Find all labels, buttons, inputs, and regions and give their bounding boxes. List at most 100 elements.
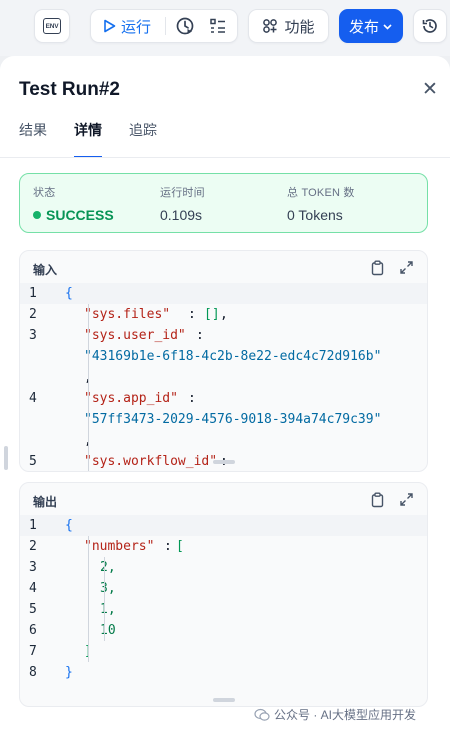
line-number: 1 [29,286,37,301]
status-text: SUCCESS [46,207,114,223]
code-token: "sys.workflow_id" [84,454,218,469]
code-line: 1 { [20,515,427,536]
code-token: "sys.app_id" [84,391,178,406]
token-count-value: 0 Tokens [287,207,343,223]
test-run-panel: Test Run#2 ✕ 结果 详情 追踪 状态 SUCCESS 运行时间 0.… [0,56,450,733]
code-line: , [20,367,427,388]
history-play-icon[interactable] [175,16,195,36]
divider [165,17,166,35]
input-code-box: 输入 1 { 2 "sys.files" : [] , 3 "sys.user_… [19,250,428,472]
chevron-down-icon [383,23,392,30]
line-number: 2 [29,539,37,554]
tab-details[interactable]: 详情 [74,120,102,158]
code-token: : [188,391,196,406]
code-token: 10 [100,623,116,638]
line-number: 1 [29,518,37,533]
code-token: 3, [100,581,116,596]
code-token: "57ff3473-2029-4576-9018-394a74c79c39" [84,412,382,427]
line-number: 2 [29,307,37,322]
expand-icon[interactable] [399,260,414,275]
status-card: 状态 SUCCESS 运行时间 0.109s 总 TOKEN 数 0 Token… [19,173,428,233]
run-button-group: 运行 [90,9,238,43]
run-time-value: 0.109s [160,207,203,223]
resize-handle[interactable] [213,460,235,464]
code-token: , [220,307,228,322]
code-token: : [164,539,172,554]
grid-icon [263,19,278,33]
code-token: { [65,286,73,301]
history-button[interactable] [413,9,447,43]
code-token: "43169b1e-6f18-4c2b-8e22-edc4c72d916b" [84,349,382,364]
tab-result[interactable]: 结果 [19,120,47,158]
checklist-icon[interactable] [209,17,227,35]
run-label: 运行 [120,18,151,36]
line-number: 5 [29,602,37,617]
code-token: : [196,328,204,343]
code-line: 2 "sys.files" : [] , [20,304,427,325]
line-number: 8 [29,665,37,680]
code-line: "57ff3473-2029-4576-9018-394a74c79c39" [20,409,427,430]
env-button[interactable]: ENV [34,9,70,43]
code-line: 4 "sys.app_id" : [20,388,427,409]
tabs-divider [0,157,450,158]
code-line: 3 "sys.user_id" : [20,325,427,346]
tab-bar: 结果 详情 追踪 [19,120,450,158]
play-icon [104,19,116,33]
code-token: "sys.files" [84,307,171,322]
panel-resize-handle[interactable] [4,446,8,470]
code-token: "sys.user_id" [84,328,186,343]
code-line: 5 1, [20,599,427,620]
code-token: : [188,307,196,322]
code-line: , [20,430,427,451]
run-button[interactable]: 运行 [91,10,163,42]
input-header: 输入 [20,251,427,283]
run-time-label: 运行时间 [160,187,205,199]
line-number: 6 [29,623,37,638]
code-line: 4 3, [20,578,427,599]
output-code-box: 输出 1 { 2 "numbers" : [ 3 2, 4 3, 5 1, 6 … [19,482,428,707]
code-line: 3 2, [20,557,427,578]
status-value: SUCCESS [33,207,114,223]
top-toolbar: ENV 运行 功能 发布 [0,0,450,56]
resize-handle[interactable] [213,698,235,702]
code-token: [] [204,307,220,322]
features-button[interactable]: 功能 [248,9,329,43]
output-header: 输出 [20,483,427,515]
wechat-icon [254,708,270,721]
line-number: 4 [29,581,37,596]
watermark: 公众号 · AI大模型应用开发 [254,706,416,723]
code-line: 1 { [20,283,427,304]
env-icon: ENV [43,18,61,34]
code-token: "numbers" [84,539,155,554]
status-label: 状态 [33,187,56,199]
success-dot-icon [33,211,41,219]
output-code[interactable]: 1 { 2 "numbers" : [ 3 2, 4 3, 5 1, 6 10 … [20,515,427,706]
code-token: [ [176,539,184,554]
expand-icon[interactable] [399,492,414,507]
publish-label: 发布 [348,18,379,36]
code-line: "43169b1e-6f18-4c2b-8e22-edc4c72d916b" [20,346,427,367]
line-number: 3 [29,328,37,343]
input-title: 输入 [33,263,58,277]
code-line: 6 10 [20,620,427,641]
indent-guide [104,557,105,641]
code-token: } [65,665,73,680]
line-number: 4 [29,391,37,406]
copy-icon[interactable] [370,260,385,276]
copy-icon[interactable] [370,492,385,508]
code-token: 2, [100,560,116,575]
code-line: 8 } [20,662,427,683]
token-count-label: 总 TOKEN 数 [287,187,355,199]
features-label: 功能 [284,18,315,36]
watermark-text: 公众号 · AI大模型应用开发 [274,708,417,722]
publish-button[interactable]: 发布 [339,9,403,43]
code-token: { [65,518,73,533]
code-line: 2 "numbers" : [ [20,536,427,557]
close-icon[interactable]: ✕ [422,80,438,99]
input-code[interactable]: 1 { 2 "sys.files" : [] , 3 "sys.user_id"… [20,283,427,471]
tab-trace[interactable]: 追踪 [129,120,157,158]
panel-title: Test Run#2 [19,79,121,100]
line-number: 7 [29,644,37,659]
indent-guide [88,536,89,662]
output-title: 输出 [33,495,58,509]
